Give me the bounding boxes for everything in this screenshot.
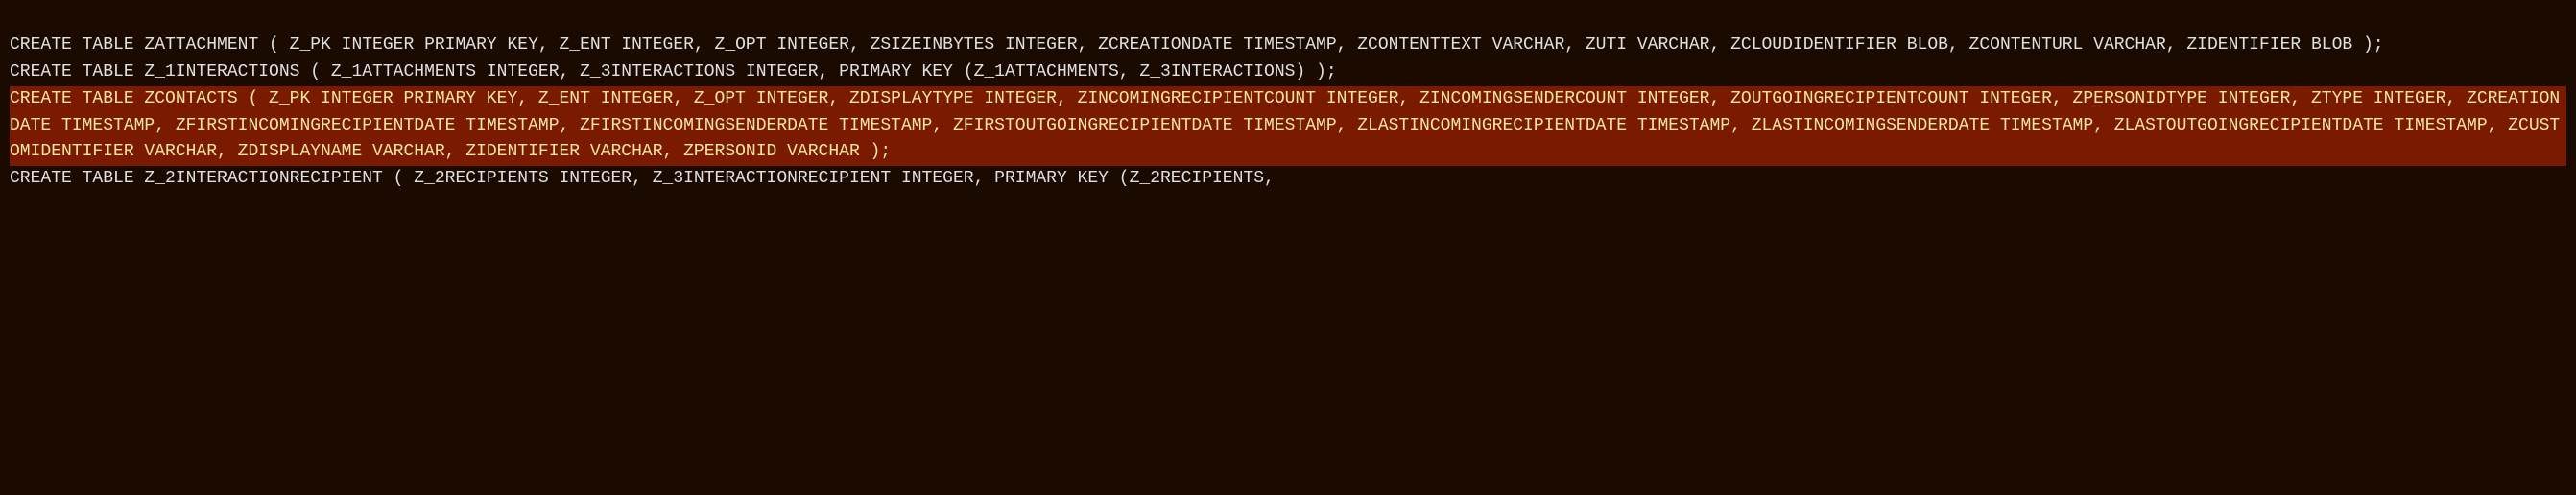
code-line-3: CREATE TABLE Z_2INTERACTIONRECIPIENT ( Z… [10,166,2566,193]
code-line-1: CREATE TABLE Z_1INTERACTIONS ( Z_1ATTACH… [10,59,2566,86]
code-display: CREATE TABLE ZATTACHMENT ( Z_PK INTEGER … [0,0,2576,199]
code-line-2: CREATE TABLE ZCONTACTS ( Z_PK INTEGER PR… [10,86,2566,167]
code-line-0: CREATE TABLE ZATTACHMENT ( Z_PK INTEGER … [10,33,2566,59]
